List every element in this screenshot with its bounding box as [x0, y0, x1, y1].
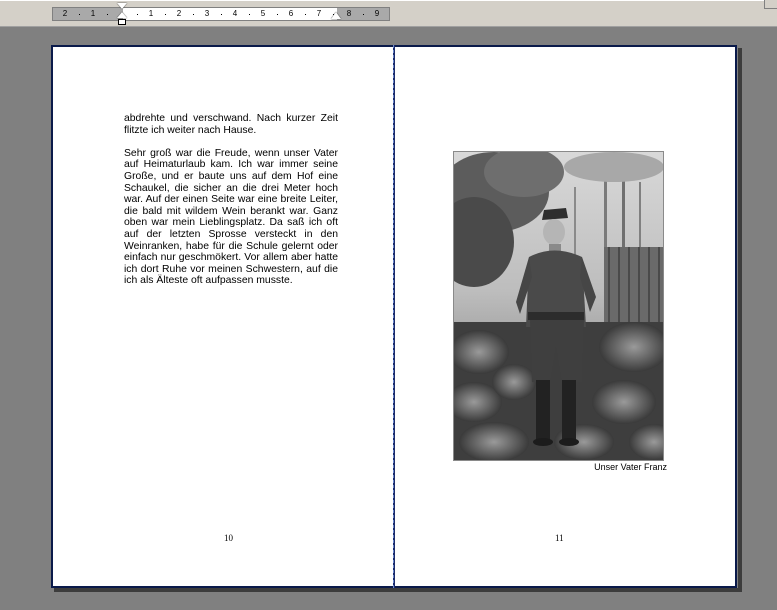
- ruler-dot: [107, 14, 108, 15]
- ruler-dot: [363, 14, 364, 15]
- ruler-label: 1: [148, 9, 154, 18]
- ruler-dot: [193, 14, 194, 15]
- ruler-label: 6: [288, 9, 294, 18]
- ruler-corner-box[interactable]: [764, 0, 777, 9]
- body-text[interactable]: abdrehte und verschwand. Nach kurzer Zei…: [124, 113, 338, 299]
- page-left[interactable]: abdrehte und verschwand. Nach kurzer Zei…: [51, 45, 393, 588]
- ruler-dot: [137, 14, 138, 15]
- ruler-dot: [165, 14, 166, 15]
- photo-soldier-in-garden[interactable]: [453, 151, 664, 461]
- ruler-dot: [79, 14, 80, 15]
- ruler-label: 1: [90, 9, 96, 18]
- page-right[interactable]: Unser Vater Franz 11: [395, 45, 737, 588]
- page-shadow-bottom: [54, 588, 742, 592]
- photo-caption: Unser Vater Franz: [594, 462, 667, 472]
- ruler-label: 7: [316, 9, 322, 18]
- first-line-indent-marker[interactable]: [117, 3, 127, 9]
- photo-image: [454, 152, 663, 460]
- ruler-dot: [249, 14, 250, 15]
- page-number: 11: [555, 533, 564, 543]
- paragraph[interactable]: Sehr groß war die Freude, wenn unser Vat…: [124, 148, 338, 287]
- ruler-dot: [221, 14, 222, 15]
- page-number: 10: [224, 533, 233, 543]
- ruler-label: 2: [62, 9, 68, 18]
- hanging-indent-marker[interactable]: [117, 12, 127, 18]
- right-indent-marker[interactable]: [331, 12, 341, 19]
- ruler-dot: [305, 14, 306, 15]
- paragraph[interactable]: abdrehte und verschwand. Nach kurzer Zei…: [124, 113, 338, 136]
- ruler-label: 9: [374, 9, 380, 18]
- ruler-label: 2: [176, 9, 182, 18]
- ruler-dot: [277, 14, 278, 15]
- page-shadow-right: [738, 48, 742, 591]
- ruler-bar: 2 1 1 2 3 4 5 6 7 8 9: [0, 0, 777, 27]
- left-indent-marker[interactable]: [118, 19, 126, 25]
- ruler-label: 5: [260, 9, 266, 18]
- toolbar-edge: [0, 0, 777, 1]
- ruler-label: 8: [346, 9, 352, 18]
- ruler-label: 3: [204, 9, 210, 18]
- ruler-label: 4: [232, 9, 238, 18]
